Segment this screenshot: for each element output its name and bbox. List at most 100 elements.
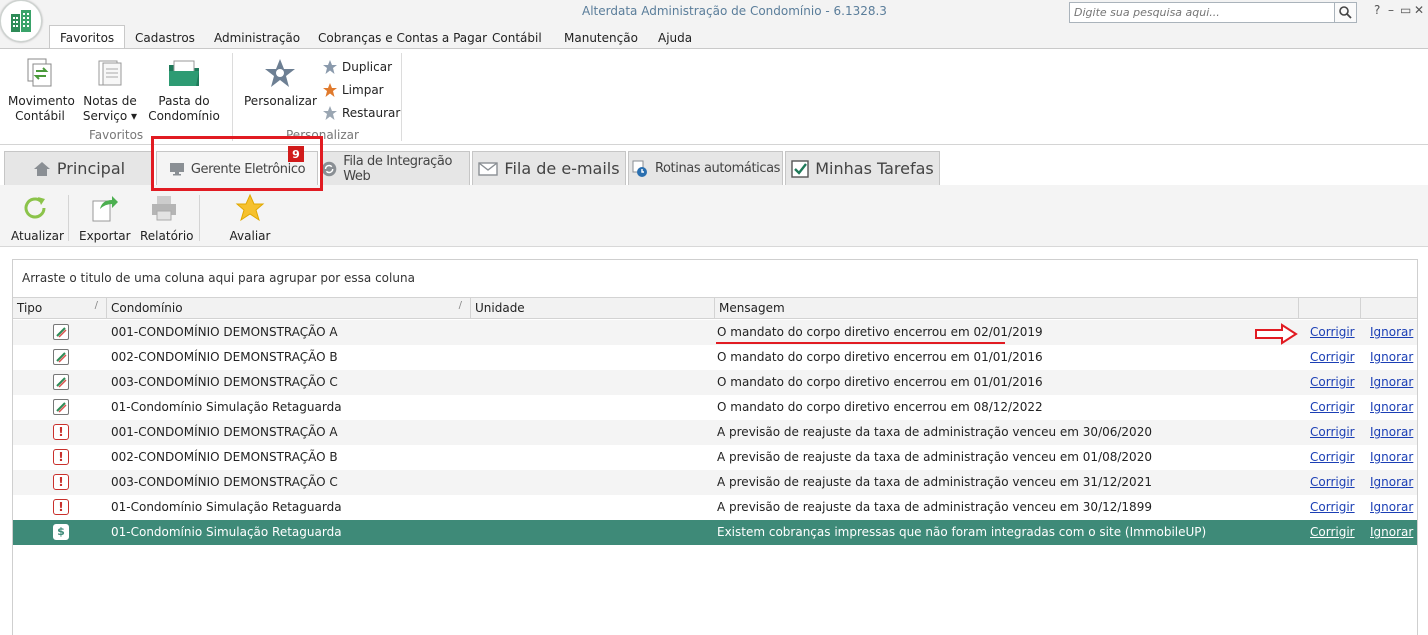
menu-ajuda[interactable]: Ajuda <box>658 31 692 45</box>
column-header-tipo[interactable]: Tipo / <box>13 298 107 318</box>
ignorar-link[interactable]: Ignorar <box>1370 475 1413 489</box>
personalizar-button[interactable]: Personalizar <box>244 57 317 109</box>
corrigir-link[interactable]: Corrigir <box>1310 500 1355 514</box>
corrigir-link[interactable]: Corrigir <box>1310 425 1355 439</box>
pasta-condominio-button[interactable]: Pasta do Condomínio <box>148 57 220 124</box>
annotation-underline <box>716 342 1005 344</box>
alert-icon: ! <box>53 474 69 490</box>
table-row[interactable]: ! 001-CONDOMÍNIO DEMONSTRAÇÃO A A previsão… <box>13 420 1417 445</box>
duplicate-star-icon <box>323 60 337 74</box>
menu-cadastros[interactable]: Cadastros <box>135 31 195 45</box>
document-stack-icon <box>98 60 122 86</box>
column-tipo-label: Tipo <box>17 301 43 315</box>
limpar-button[interactable]: Limpar <box>322 82 384 98</box>
edit-document-icon <box>53 374 69 390</box>
atualizar-button[interactable]: Atualizar <box>11 193 64 243</box>
tab-fila-integracao-web[interactable]: Fila de Integração Web <box>320 151 470 185</box>
export-icon <box>92 196 118 222</box>
ribbon-separator <box>232 53 233 141</box>
close-icon[interactable]: ✕ <box>1414 3 1424 17</box>
table-row[interactable]: ! 01-Condomínio Simulação Retaguarda A pre… <box>13 495 1417 520</box>
search-input[interactable] <box>1070 3 1332 22</box>
cell-mensagem: O mandato do corpo diretivo encerrou em … <box>717 350 1043 364</box>
toolbar: Atualizar Exportar Relatório Avaliar rec… <box>0 185 1428 257</box>
corrigir-link[interactable]: Corrigir <box>1310 350 1355 364</box>
table-row[interactable]: ! 002-CONDOMÍNIO DEMONSTRAÇÃO B A previsão… <box>13 445 1417 470</box>
favoritos-group-label: Favoritos <box>89 128 144 142</box>
ignorar-link[interactable]: Ignorar <box>1370 500 1413 514</box>
annotation-arrow-icon <box>1255 323 1298 345</box>
cell-condominio: 01-Condomínio Simulação Retaguarda <box>111 500 342 514</box>
help-icon[interactable]: ? <box>1374 3 1380 17</box>
table-row[interactable]: 002-CONDOMÍNIO DEMONSTRAÇÃO B O mandato d… <box>13 345 1417 370</box>
search-box[interactable] <box>1069 2 1357 23</box>
duplicar-button[interactable]: Duplicar <box>322 59 392 75</box>
annotation-highlight-box <box>151 136 323 191</box>
clear-star-icon <box>323 83 337 97</box>
menu-manutencao[interactable]: Manutenção <box>564 31 638 45</box>
menu-bar: Favoritos Cadastros Administração Cobran… <box>0 24 1428 49</box>
cell-condominio: 01-Condomínio Simulação Retaguarda <box>111 400 342 414</box>
cell-mensagem: A previsão de reajuste da taxa de admini… <box>717 500 1152 514</box>
tab-minhas-tarefas[interactable]: Minhas Tarefas <box>785 151 940 185</box>
notas-servico-button[interactable]: Notas de Serviço ▾ <box>80 57 140 124</box>
tab-rotinas-automaticas[interactable]: Rotinas automáticas <box>628 151 783 185</box>
star-icon <box>235 193 265 222</box>
folder-icon <box>169 60 199 86</box>
tab-principal[interactable]: Principal <box>4 151 154 185</box>
movimento-contabil-line1: Movimento <box>8 94 75 108</box>
menu-administracao[interactable]: Administração <box>214 31 300 45</box>
ignorar-link[interactable]: Ignorar <box>1370 450 1413 464</box>
column-sort-icon: / <box>458 300 462 311</box>
corrigir-link[interactable]: Corrigir <box>1310 525 1355 539</box>
window-title: Alterdata Administração de Condomínio - … <box>582 4 887 18</box>
corrigir-link[interactable]: Corrigir <box>1310 450 1355 464</box>
column-header-unidade[interactable]: Unidade <box>471 298 715 318</box>
minimize-icon[interactable]: – <box>1388 3 1394 17</box>
group-by-hint: Arraste o titulo de uma coluna aqui para… <box>22 271 415 285</box>
menu-contabil[interactable]: Contábil <box>492 31 542 45</box>
cell-mensagem: A previsão de reajuste da taxa de admini… <box>717 425 1152 439</box>
corrigir-link[interactable]: Corrigir <box>1310 325 1355 339</box>
toolbar-separator <box>68 195 69 241</box>
ignorar-link[interactable]: Ignorar <box>1370 375 1413 389</box>
message-grid: Arraste o titulo de uma coluna aqui para… <box>12 259 1418 635</box>
notas-servico-line1: Notas de <box>83 94 137 108</box>
exportar-button[interactable]: Exportar <box>79 193 131 243</box>
ignorar-link[interactable]: Ignorar <box>1370 425 1413 439</box>
tab-minhas-tarefas-label: Minhas Tarefas <box>815 159 934 178</box>
menu-cobrancas[interactable]: Cobranças e Contas a Pagar <box>318 31 487 45</box>
cell-mensagem: O mandato do corpo diretivo encerrou em … <box>717 400 1043 414</box>
corrigir-link[interactable]: Corrigir <box>1310 400 1355 414</box>
ignorar-link[interactable]: Ignorar <box>1370 350 1413 364</box>
tab-principal-label: Principal <box>56 159 126 178</box>
relatorio-button[interactable]: Relatório <box>140 193 194 243</box>
menu-favoritos[interactable]: Favoritos <box>49 25 126 49</box>
ignorar-link[interactable]: Ignorar <box>1370 325 1413 339</box>
corrigir-link[interactable]: Corrigir <box>1310 375 1355 389</box>
tab-fila-emails[interactable]: Fila de e-mails <box>472 151 626 185</box>
table-row[interactable]: ! 003-CONDOMÍNIO DEMONSTRAÇÃO C A previsão… <box>13 470 1417 495</box>
table-row[interactable]: 001-CONDOMÍNIO DEMONSTRAÇÃO A O mandato d… <box>13 320 1417 345</box>
column-sort-icon: / <box>94 300 98 311</box>
movimento-contabil-button[interactable]: Movimento Contábil <box>8 57 75 124</box>
money-icon: $ <box>53 524 69 540</box>
restore-star-icon <box>323 106 337 120</box>
table-row[interactable]: $01-Condomínio Simulação Retaguarda Exist… <box>13 520 1417 545</box>
column-header-corrigir <box>1299 298 1361 318</box>
corrigir-link[interactable]: Corrigir <box>1310 475 1355 489</box>
ignorar-link[interactable]: Ignorar <box>1370 400 1413 414</box>
table-row[interactable]: 003-CONDOMÍNIO DEMONSTRAÇÃO C O mandato d… <box>13 370 1417 395</box>
restaurar-button[interactable]: Restaurar <box>322 105 400 121</box>
app-logo[interactable] <box>0 0 42 42</box>
mail-icon <box>478 161 499 176</box>
column-header-condominio[interactable]: Condomínio / <box>107 298 471 318</box>
column-header-mensagem[interactable]: Mensagem <box>715 298 1299 318</box>
ignorar-link[interactable]: Ignorar <box>1370 525 1413 539</box>
table-row[interactable]: 01-Condomínio Simulação Retaguarda O mand… <box>13 395 1417 420</box>
search-icon[interactable] <box>1334 3 1356 22</box>
maximize-icon[interactable]: ▭ <box>1400 3 1411 17</box>
column-unidade-label: Unidade <box>475 301 525 315</box>
cell-mensagem: Existem cobranças impressas que não fora… <box>717 525 1207 539</box>
tab-rotinas-automaticas-label: Rotinas automáticas <box>654 161 781 176</box>
